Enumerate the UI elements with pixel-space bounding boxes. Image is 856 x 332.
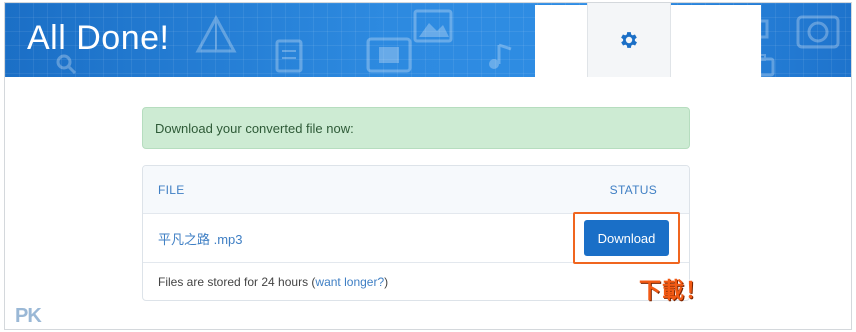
file-name-link[interactable]: 平凡之路 .mp3 bbox=[158, 229, 243, 248]
camera-icon bbox=[796, 15, 840, 49]
want-longer-link[interactable]: want longer? bbox=[315, 275, 384, 289]
watermark-logo: PK bbox=[15, 305, 42, 327]
status-column-header: STATUS bbox=[609, 182, 657, 197]
tab-background-right bbox=[663, 5, 761, 77]
file-table: FILE STATUS 平凡之路 .mp3 Download Files are… bbox=[142, 165, 690, 301]
document-icon bbox=[275, 39, 303, 73]
download-notice: Download your converted file now: bbox=[142, 107, 690, 149]
music-icon bbox=[489, 43, 512, 69]
storage-text: Files are stored for 24 hours bbox=[158, 275, 309, 289]
film-icon bbox=[366, 37, 412, 73]
download-button[interactable]: Download bbox=[584, 220, 669, 256]
page-frame: All Done! Download your converted file n… bbox=[4, 2, 852, 330]
table-row: 平凡之路 .mp3 Download bbox=[143, 212, 689, 264]
header-banner: All Done! bbox=[5, 3, 851, 77]
settings-tab[interactable] bbox=[587, 3, 671, 77]
notice-text: Download your converted file now: bbox=[155, 120, 354, 136]
table-header: FILE STATUS bbox=[143, 166, 689, 214]
download-highlight-box: Download bbox=[573, 212, 680, 264]
pyramid-icon bbox=[195, 15, 237, 53]
photo-icon bbox=[413, 9, 453, 43]
file-column-header: FILE bbox=[158, 182, 185, 197]
storage-info: Files are stored for 24 hours (want long… bbox=[158, 275, 389, 289]
page-title: All Done! bbox=[27, 19, 170, 57]
settings-gear-icon bbox=[621, 32, 637, 48]
download-annotation: 下載！ bbox=[639, 278, 709, 303]
